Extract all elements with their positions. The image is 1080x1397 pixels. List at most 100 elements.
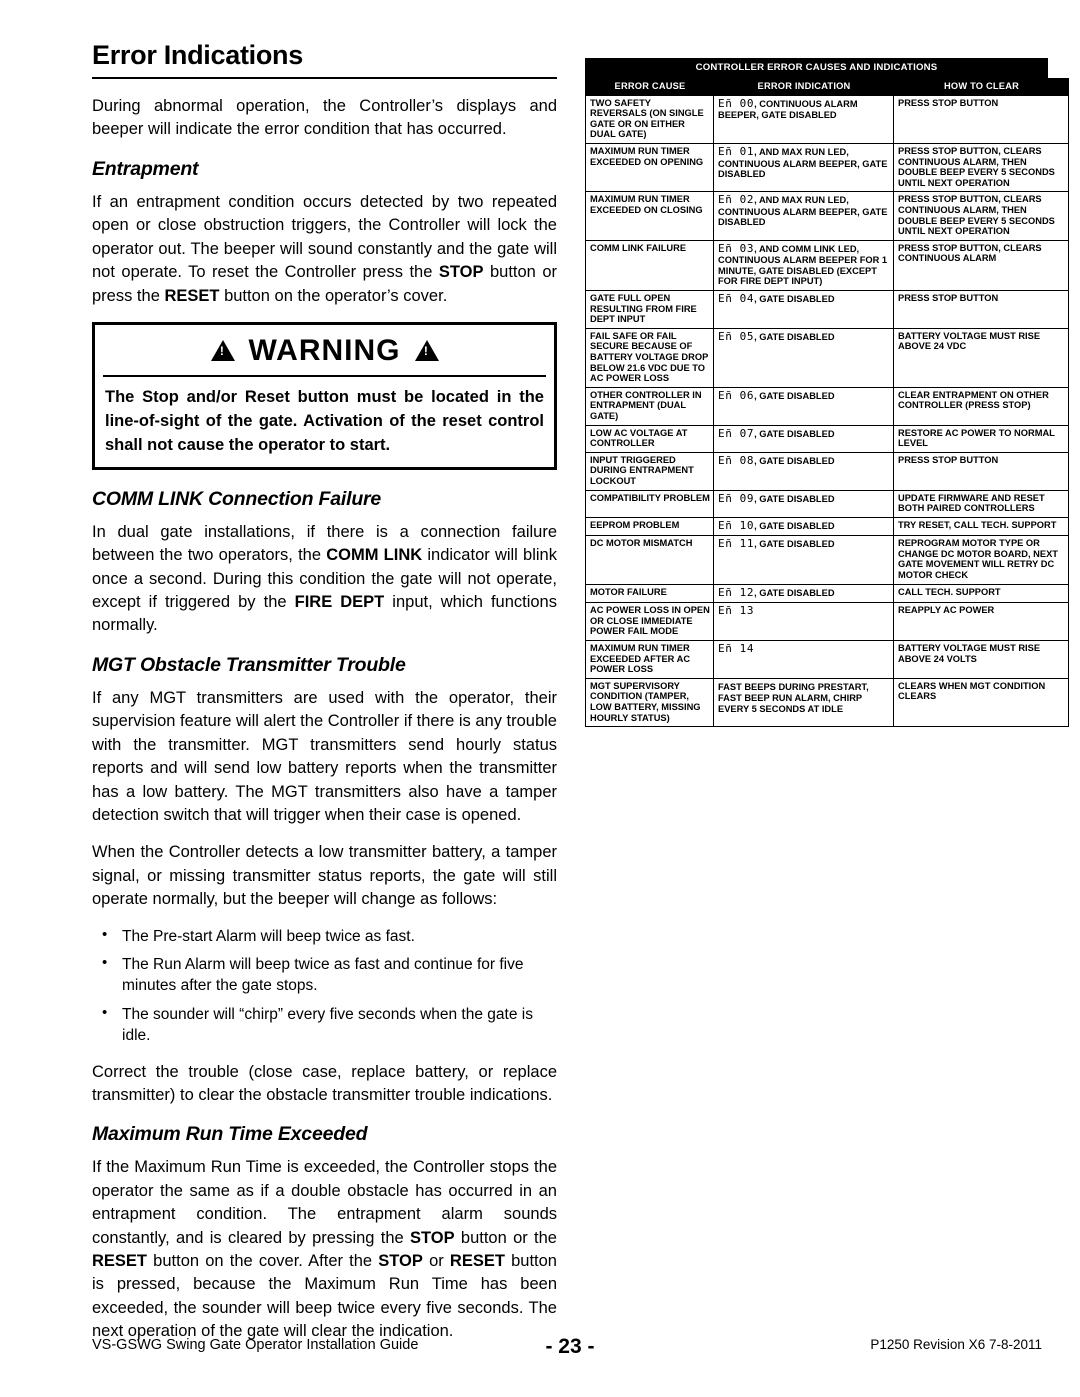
list-item: The Pre-start Alarm will beep twice as f…: [92, 925, 557, 947]
cell-indication: Eñ 10, GATE DISABLED: [713, 516, 894, 537]
table-row: FAIL SAFE OR FAIL SECURE BECAUSE OF BATT…: [585, 327, 1069, 388]
table-row: AC POWER LOSS IN OPEN OR CLOSE IMMEDIATE…: [585, 602, 1069, 641]
cell-indication: Eñ 04, GATE DISABLED: [713, 290, 894, 329]
error-code: Eñ 09: [718, 491, 755, 505]
cell-indication: Eñ 08, GATE DISABLED: [713, 451, 894, 491]
error-table: ERROR CAUSE ERROR INDICATION HOW TO CLEA…: [585, 78, 1069, 728]
error-code: Eñ 05: [718, 329, 755, 343]
warning-triangle-right-icon: [414, 340, 439, 362]
cell-clear: REAPPLY AC POWER: [893, 602, 1069, 641]
cell-clear: TRY RESET, CALL TECH. SUPPORT: [893, 516, 1069, 537]
error-code: Eñ 13: [718, 604, 755, 618]
warning-triangle-left-icon: [210, 340, 235, 362]
cell-cause: INPUT TRIGGERED DURING ENTRAPMENT LOCKOU…: [585, 451, 714, 491]
cell-cause: FAIL SAFE OR FAIL SECURE BECAUSE OF BATT…: [585, 327, 714, 388]
table-row: COMM LINK FAILURE Eñ 03, AND COMM LINK LE…: [585, 239, 1069, 292]
max-run-paragraph: If the Maximum Run Time is exceeded, the…: [92, 1156, 557, 1343]
maxrun-text-d: or: [422, 1252, 450, 1271]
cell-clear: BATTERY VOLTAGE MUST RISE ABOVE 24 VOLTS: [893, 639, 1069, 679]
error-code: Eñ 10: [718, 518, 755, 532]
cell-cause: AC POWER LOSS IN OPEN OR CLOSE IMMEDIATE…: [585, 602, 714, 641]
column-header-error-cause: ERROR CAUSE: [585, 78, 714, 96]
cell-indication: Eñ 05, GATE DISABLED: [713, 327, 894, 388]
column-header-error-indication: ERROR INDICATION: [713, 78, 894, 96]
error-code: Eñ 12: [718, 585, 755, 599]
cell-cause: MGT SUPERVISORY CONDITION (TAMPER, LOW B…: [585, 677, 714, 728]
cell-indication: Eñ 02, AND MAX RUN LED, CONTINUOUS ALARM…: [713, 191, 894, 241]
warning-label: WARNING: [248, 333, 401, 367]
table-row: OTHER CONTROLLER IN ENTRAPMENT (DUAL GAT…: [585, 386, 1069, 426]
cell-indication: Eñ 14: [713, 639, 894, 679]
indication-text: , GATE DISABLED: [754, 390, 835, 401]
table-row: LOW AC VOLTAGE AT CONTROLLER Eñ 07, GATE …: [585, 424, 1069, 453]
indication-text: , GATE DISABLED: [754, 455, 835, 466]
error-code: Eñ 14: [718, 641, 755, 655]
table-row: GATE FULL OPEN RESULTING FROM FIRE DEPT …: [585, 290, 1069, 329]
cell-clear: CLEARS WHEN MGT CONDITION CLEARS: [893, 677, 1069, 728]
indication-text: , GATE DISABLED: [754, 587, 835, 598]
cell-clear: REPROGRAM MOTOR TYPE OR CHANGE DC MOTOR …: [893, 535, 1069, 585]
entrapment-paragraph: If an entrapment condition occurs detect…: [92, 191, 557, 308]
mgt-paragraph-2: When the Controller detects a low transm…: [92, 843, 557, 909]
list-item: The sounder will “chirp” every five seco…: [92, 1003, 557, 1047]
cell-cause: COMPATIBILITY PROBLEM: [585, 489, 714, 518]
table-row: EEPROM PROBLEM Eñ 10, GATE DISABLED TRY RE…: [585, 516, 1069, 537]
cell-cause: TWO SAFETY REVERSALS (ON SINGLE GATE OR …: [585, 94, 714, 144]
cell-clear: PRESS STOP BUTTON, CLEARS CONTINUOUS ALA…: [893, 142, 1069, 193]
cell-cause: MAXIMUM RUN TIMER EXCEEDED AFTER AC POWE…: [585, 639, 714, 679]
document-page: Error Indications During abnormal operat…: [0, 0, 1080, 1397]
cell-clear: BATTERY VOLTAGE MUST RISE ABOVE 24 VDC: [893, 327, 1069, 388]
reset-label: RESET: [164, 286, 220, 305]
fire-dept-label: FIRE DEPT: [294, 592, 385, 611]
cell-clear: PRESS STOP BUTTON: [893, 290, 1069, 329]
mgt-paragraph-1: If any MGT transmitters are used with th…: [92, 688, 557, 824]
error-code: Eñ 02: [718, 193, 755, 207]
cell-clear: CLEAR ENTRAPMENT ON OTHER CONTROLLER (PR…: [893, 386, 1069, 426]
table-header-row: ERROR CAUSE ERROR INDICATION HOW TO CLEA…: [585, 78, 1069, 96]
error-code: Eñ 06: [718, 388, 755, 402]
warning-box: WARNING The Stop and/or Reset button mus…: [92, 321, 557, 470]
table-title: CONTROLLER ERROR CAUSES AND INDICATIONS: [585, 58, 1048, 78]
table-row: MAXIMUM RUN TIMER EXCEEDED ON OPENING Eñ …: [585, 142, 1069, 193]
indication-text: , GATE DISABLED: [754, 520, 835, 531]
table-row: TWO SAFETY REVERSALS (ON SINGLE GATE OR …: [585, 94, 1069, 144]
cell-indication: Eñ 11, GATE DISABLED: [713, 535, 894, 585]
cell-clear: CALL TECH. SUPPORT: [893, 583, 1069, 604]
cell-cause: OTHER CONTROLLER IN ENTRAPMENT (DUAL GAT…: [585, 386, 714, 426]
cell-indication: Eñ 09, GATE DISABLED: [713, 489, 894, 518]
cell-indication: Eñ 13: [713, 602, 894, 641]
heading-entrapment: Entrapment: [92, 157, 199, 180]
cell-indication: Eñ 06, GATE DISABLED: [713, 386, 894, 426]
table-row: MOTOR FAILURE Eñ 12, GATE DISABLED CALL TE…: [585, 583, 1069, 604]
table-row: MGT SUPERVISORY CONDITION (TAMPER, LOW B…: [585, 677, 1069, 728]
cell-indication: Eñ 01, AND MAX RUN LED, CONTINUOUS ALARM…: [713, 142, 894, 193]
cell-indication: Eñ 00, CONTINUOUS ALARM BEEPER, GATE DIS…: [713, 94, 894, 144]
left-column: Error Indications During abnormal operat…: [92, 40, 557, 1358]
mgt-bullet-list: The Pre-start Alarm will beep twice as f…: [92, 925, 557, 1047]
table-row: MAXIMUM RUN TIMER EXCEEDED ON CLOSING Eñ …: [585, 191, 1069, 241]
table-row: COMPATIBILITY PROBLEM Eñ 09, GATE DISABLE…: [585, 489, 1069, 518]
page-footer: VS-GSWG Swing Gate Operator Installation…: [92, 1335, 1048, 1359]
table-row: INPUT TRIGGERED DURING ENTRAPMENT LOCKOU…: [585, 451, 1069, 491]
page-title: Error Indications: [92, 40, 303, 70]
indication-text: FAST BEEPS DURING PRESTART, FAST BEEP RU…: [718, 681, 869, 714]
indication-text: , GATE DISABLED: [754, 493, 835, 504]
indication-text: , GATE DISABLED: [754, 539, 835, 550]
cell-cause: LOW AC VOLTAGE AT CONTROLLER: [585, 424, 714, 453]
list-item: The Run Alarm will beep twice as fast an…: [92, 953, 557, 997]
cell-cause: DC MOTOR MISMATCH: [585, 535, 714, 585]
indication-text: , GATE DISABLED: [754, 428, 835, 439]
reset-label: RESET: [92, 1252, 148, 1271]
table-row: DC MOTOR MISMATCH Eñ 11, GATE DISABLED REP…: [585, 535, 1069, 585]
title-divider: [92, 77, 557, 79]
cell-indication: Eñ 07, GATE DISABLED: [713, 424, 894, 453]
right-column: CONTROLLER ERROR CAUSES AND INDICATIONS …: [585, 58, 1069, 728]
table-row: MAXIMUM RUN TIMER EXCEEDED AFTER AC POWE…: [585, 639, 1069, 679]
cell-cause: MAXIMUM RUN TIMER EXCEEDED ON CLOSING: [585, 191, 714, 241]
error-code: Eñ 11: [718, 537, 755, 551]
cell-indication: Eñ 12, GATE DISABLED: [713, 583, 894, 604]
cell-indication: Eñ 03, AND COMM LINK LED, CONTINUOUS ALA…: [713, 239, 894, 292]
indication-text: , GATE DISABLED: [754, 331, 835, 342]
error-code: Eñ 01: [718, 144, 755, 158]
cell-cause: EEPROM PROBLEM: [585, 516, 714, 537]
